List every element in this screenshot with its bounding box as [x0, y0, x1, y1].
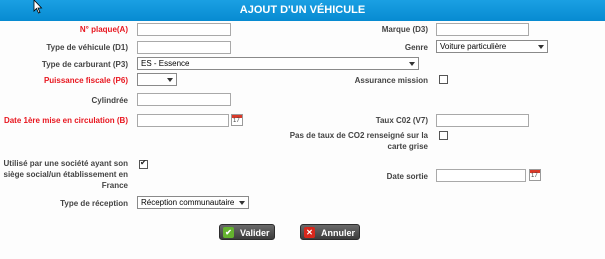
- chevron-down-icon: [167, 78, 173, 82]
- pas-co2-label: Pas de taux de CO2 renseigné sur la cart…: [289, 131, 428, 151]
- carburant-label: Type de carburant (P3): [41, 60, 128, 69]
- type-vehicule-input[interactable]: [137, 41, 231, 54]
- cylindree-input[interactable]: [137, 93, 231, 106]
- genre-select[interactable]: Voiture particulière: [436, 40, 548, 53]
- societe-label: Utilisé par une société ayant son siège …: [3, 159, 129, 190]
- societe-checkbox[interactable]: ✔: [139, 158, 148, 169]
- marque-label: Marque (D3): [381, 25, 428, 34]
- check-icon: ✔: [223, 227, 234, 238]
- cylindree-label: Cylindrée: [91, 96, 128, 105]
- assurance-label: Assurance mission: [354, 76, 428, 85]
- plaque-input[interactable]: [137, 23, 231, 36]
- reception-value: Réception communautaire: [141, 198, 235, 207]
- dialog-title: AJOUT D'UN VÉHICULE: [239, 4, 366, 16]
- chevron-down-icon: [239, 201, 245, 205]
- valider-label: Valider: [240, 228, 270, 238]
- genre-value: Voiture particulière: [440, 42, 507, 51]
- carburant-value: ES - Essence: [141, 59, 190, 68]
- mouse-cursor-icon: [33, 0, 43, 14]
- genre-label: Genre: [404, 43, 428, 52]
- close-icon: ✕: [304, 227, 315, 238]
- valider-button[interactable]: ✔ Valider: [219, 224, 275, 240]
- taux-co2-label: Taux C02 (V7): [375, 116, 428, 125]
- date-circulation-label: Date 1ère mise en circulation (B): [3, 116, 128, 125]
- taux-co2-input[interactable]: [436, 114, 529, 127]
- date-sortie-input[interactable]: [436, 169, 526, 182]
- checkmark-icon: ✔: [140, 158, 147, 167]
- dialog-titlebar: AJOUT D'UN VÉHICULE: [0, 0, 605, 21]
- assurance-checkbox[interactable]: [439, 75, 448, 84]
- type-vehicule-label: Type de véhicule (D1): [46, 43, 128, 52]
- puissance-label: Puissance fiscale (P6): [43, 76, 128, 85]
- pas-co2-checkbox[interactable]: [439, 131, 448, 140]
- chevron-down-icon: [409, 62, 415, 66]
- plaque-label: N° plaque(A): [79, 25, 128, 34]
- date-circulation-input[interactable]: [137, 114, 229, 127]
- carburant-select[interactable]: ES - Essence: [137, 57, 419, 70]
- calendar-icon[interactable]: 17: [529, 169, 541, 181]
- puissance-select[interactable]: [137, 73, 177, 86]
- calendar-icon[interactable]: 17: [231, 114, 243, 126]
- annuler-button[interactable]: ✕ Annuler: [300, 224, 360, 240]
- reception-label: Type de réception: [60, 199, 128, 208]
- marque-input[interactable]: [436, 23, 529, 36]
- annuler-label: Annuler: [321, 228, 356, 238]
- reception-select[interactable]: Réception communautaire: [137, 196, 249, 209]
- chevron-down-icon: [538, 45, 544, 49]
- date-sortie-label: Date sortie: [386, 172, 428, 181]
